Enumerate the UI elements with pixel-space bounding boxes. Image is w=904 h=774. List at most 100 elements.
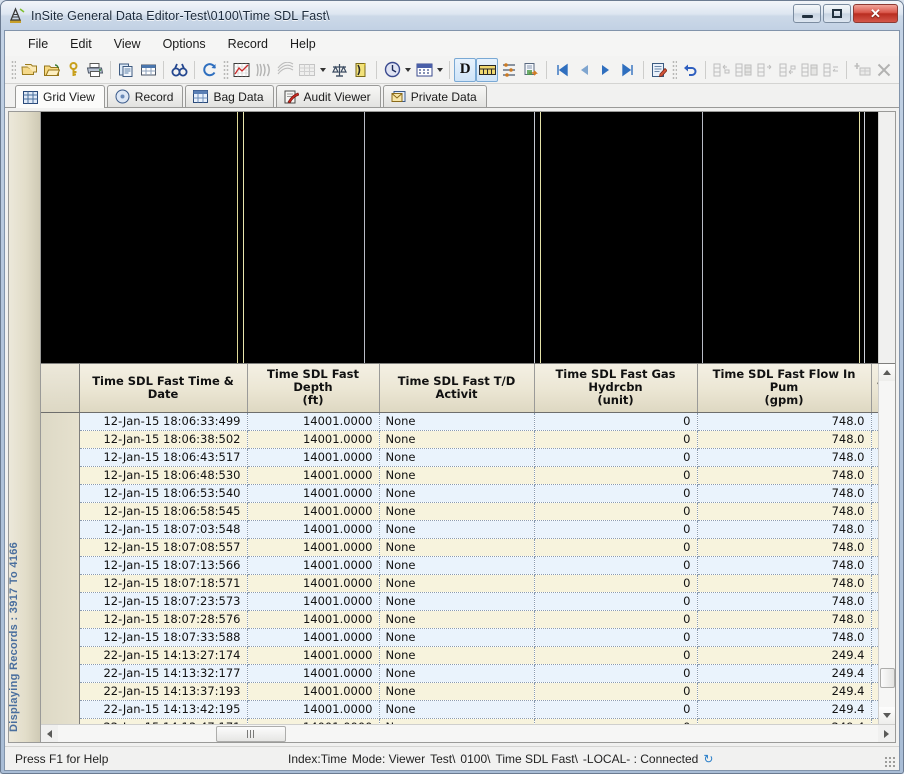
window-resize-grip[interactable] — [884, 756, 896, 768]
maximize-button[interactable] — [823, 4, 851, 23]
add-record-icon[interactable] — [851, 58, 873, 82]
cell-td-activity[interactable]: None — [379, 664, 535, 683]
chart-plot-icon[interactable] — [231, 58, 253, 82]
scroll-right-arrow[interactable] — [878, 725, 895, 742]
cell-gas-hydrocarbon[interactable]: 0 — [534, 430, 698, 449]
table-row[interactable]: 12-Jan-15 18:06:33:499 14001.0000 None 0 748… — [41, 412, 878, 431]
undo-icon[interactable] — [679, 58, 701, 82]
cell-flow-in-pump[interactable]: 249.4 — [697, 700, 872, 719]
key-icon[interactable] — [62, 58, 84, 82]
cell-td-activity[interactable]: None — [379, 610, 535, 629]
cell-partial-next[interactable] — [871, 646, 878, 665]
cell-gas-hydrocarbon[interactable]: 0 — [534, 538, 698, 557]
grid-vertical-scrollbar[interactable] — [878, 364, 895, 724]
close-button[interactable]: ✕ — [853, 4, 898, 23]
cell-depth[interactable]: 14001.0000 — [247, 628, 380, 647]
table-row[interactable]: 12-Jan-15 18:07:18:571 14001.0000 None 0 748… — [41, 574, 878, 593]
tab-record[interactable]: Record — [106, 85, 184, 107]
cell-partial-next[interactable] — [871, 700, 878, 719]
cell-flow-in-pump[interactable]: 249.4 — [697, 646, 872, 665]
close-x-icon[interactable] — [873, 58, 895, 82]
cell-flow-in-pump[interactable]: 748.0 — [697, 574, 872, 593]
cell-time-date[interactable]: 12-Jan-15 18:06:38:502 — [79, 430, 248, 449]
insert-row-after-icon[interactable] — [754, 58, 776, 82]
cell-td-activity[interactable]: None — [379, 592, 535, 611]
cell-row-selector[interactable] — [41, 556, 80, 575]
print-icon[interactable] — [84, 58, 106, 82]
cell-gas-hydrocarbon[interactable]: 0 — [534, 574, 698, 593]
paste-grid-icon[interactable] — [137, 58, 159, 82]
cell-td-activity[interactable]: None — [379, 682, 535, 701]
curves-icon[interactable] — [274, 58, 296, 82]
delete-rows-icon[interactable] — [798, 58, 820, 82]
menu-edit[interactable]: Edit — [59, 34, 103, 54]
table-dropdown-caret-icon[interactable] — [318, 58, 328, 82]
tab-audit-viewer[interactable]: Audit Viewer — [275, 85, 381, 107]
delete-row-before-icon[interactable] — [776, 58, 798, 82]
cell-depth[interactable]: 14001.0000 — [247, 664, 380, 683]
export-document-icon[interactable] — [520, 58, 542, 82]
horizontal-scroll-thumb[interactable] — [216, 725, 286, 742]
cell-flow-in-pump[interactable]: 748.0 — [697, 430, 872, 449]
cell-time-date[interactable]: 12-Jan-15 18:06:48:530 — [79, 466, 248, 485]
cell-depth[interactable]: 14001.0000 — [247, 700, 380, 719]
cell-partial-next[interactable] — [871, 538, 878, 557]
cell-partial-next[interactable] — [871, 556, 878, 575]
grid-viewport[interactable]: Time SDL Fast Time & Date Time SDL Fast … — [41, 364, 878, 724]
cell-td-activity[interactable]: None — [379, 556, 535, 575]
sort-settings-icon[interactable] — [498, 58, 520, 82]
cell-row-selector[interactable] — [41, 628, 80, 647]
nav-first-icon[interactable] — [551, 58, 573, 82]
cell-td-activity[interactable]: None — [379, 430, 535, 449]
header-flow-in-pump[interactable]: Time SDL Fast Flow In Pum (gpm) — [697, 364, 872, 413]
cell-flow-in-pump[interactable]: 249.4 — [697, 682, 872, 701]
cell-partial-next[interactable] — [871, 412, 878, 431]
cell-row-selector[interactable] — [41, 448, 80, 467]
cell-time-date[interactable]: 12-Jan-15 18:07:33:588 — [79, 628, 248, 647]
cell-gas-hydrocarbon[interactable]: 0 — [534, 484, 698, 503]
cell-depth[interactable]: 14001.0000 — [247, 556, 380, 575]
cell-row-selector[interactable] — [41, 520, 80, 539]
table-row[interactable]: 22-Jan-15 14:13:37:193 14001.0000 None 0 249… — [41, 682, 878, 701]
cell-partial-next[interactable] — [871, 628, 878, 647]
cell-flow-in-pump[interactable]: 748.0 — [697, 448, 872, 467]
toolbar-grip-3[interactable] — [671, 59, 678, 80]
cell-time-date[interactable]: 12-Jan-15 18:07:28:576 — [79, 610, 248, 629]
cell-td-activity[interactable]: None — [379, 574, 535, 593]
cell-td-activity[interactable]: None — [379, 700, 535, 719]
cell-depth[interactable]: 14001.0000 — [247, 682, 380, 701]
scroll-up-arrow[interactable] — [878, 364, 895, 381]
cell-flow-in-pump[interactable]: 748.0 — [697, 610, 872, 629]
tab-grid-view[interactable]: Grid View — [15, 85, 105, 108]
table-row[interactable]: 12-Jan-15 18:06:43:517 14001.0000 None 0 748… — [41, 448, 878, 467]
copy-icon[interactable] — [115, 58, 137, 82]
table-row[interactable]: 12-Jan-15 18:07:28:576 14001.0000 None 0 748… — [41, 610, 878, 629]
cell-time-date[interactable]: 12-Jan-15 18:07:23:573 — [79, 592, 248, 611]
horizontal-scroll-track[interactable] — [58, 724, 878, 742]
table-row[interactable]: 12-Jan-15 18:06:58:545 14001.0000 None 0 748… — [41, 502, 878, 521]
cell-td-activity[interactable]: None — [379, 538, 535, 557]
menu-record[interactable]: Record — [217, 34, 279, 54]
grid-view-toggle-icon[interactable] — [476, 57, 499, 82]
table-row[interactable]: 22-Jan-15 14:13:27:174 14001.0000 None 0 249… — [41, 646, 878, 665]
cell-flow-in-pump[interactable]: 748.0 — [697, 592, 872, 611]
nav-prev-icon[interactable] — [573, 58, 595, 82]
cell-row-selector[interactable] — [41, 682, 80, 701]
cell-gas-hydrocarbon[interactable]: 0 — [534, 592, 698, 611]
table-row[interactable]: 12-Jan-15 18:07:13:566 14001.0000 None 0 748… — [41, 556, 878, 575]
table-row[interactable]: 12-Jan-15 18:06:38:502 14001.0000 None 0 748… — [41, 430, 878, 449]
nav-last-icon[interactable] — [617, 58, 639, 82]
cell-time-date[interactable]: 12-Jan-15 18:06:43:517 — [79, 448, 248, 467]
cell-gas-hydrocarbon[interactable]: 0 — [534, 412, 698, 431]
table-row[interactable]: 12-Jan-15 18:07:33:588 14001.0000 None 0 748… — [41, 628, 878, 647]
cell-td-activity[interactable]: None — [379, 628, 535, 647]
cell-time-date[interactable]: 12-Jan-15 18:06:33:499 — [79, 412, 248, 431]
cell-time-date[interactable]: 12-Jan-15 18:07:18:571 — [79, 574, 248, 593]
cell-flow-in-pump[interactable]: 748.0 — [697, 520, 872, 539]
cell-partial-next[interactable] — [871, 520, 878, 539]
cell-row-selector[interactable] — [41, 664, 80, 683]
cell-flow-in-pump[interactable]: 748.0 — [697, 538, 872, 557]
cell-depth[interactable]: 14001.0000 — [247, 610, 380, 629]
cell-partial-next[interactable] — [871, 592, 878, 611]
cell-gas-hydrocarbon[interactable]: 0 — [534, 520, 698, 539]
